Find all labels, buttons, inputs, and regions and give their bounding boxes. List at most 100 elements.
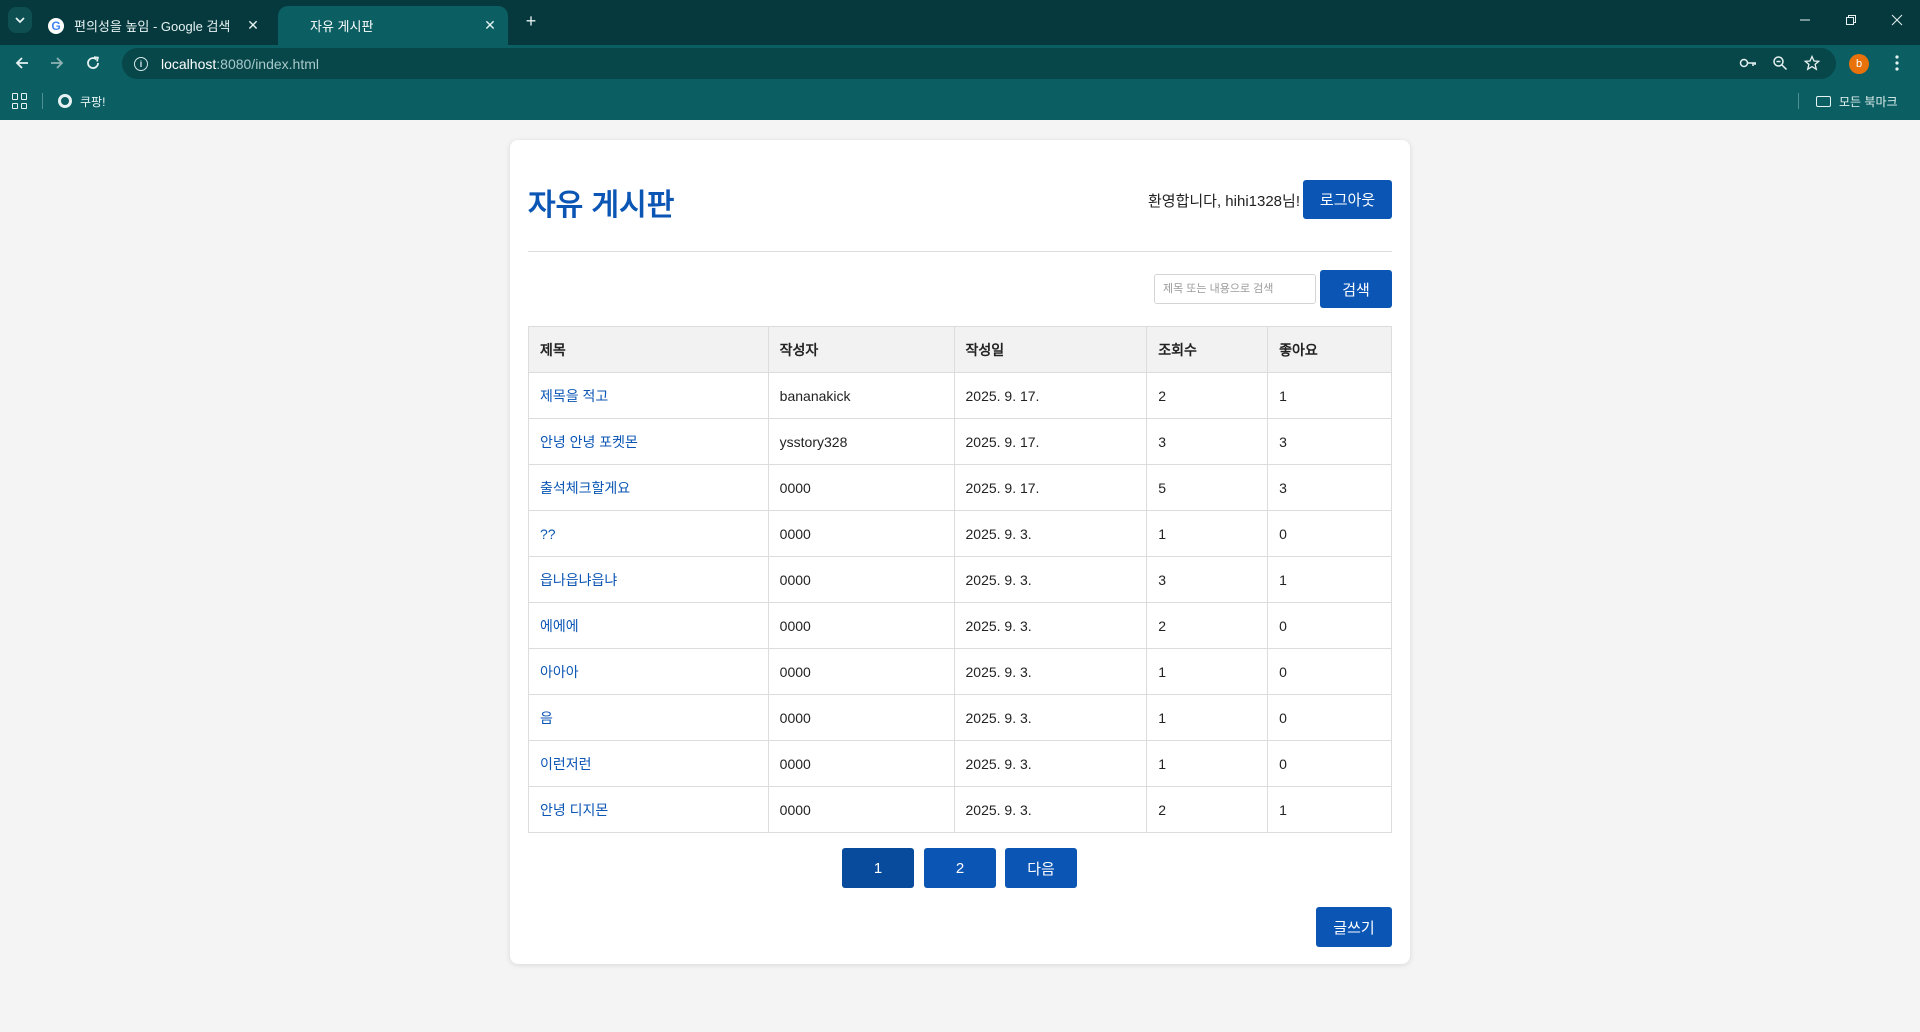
post-likes-cell: 3	[1267, 418, 1392, 465]
tab-free-board[interactable]: 자유 게시판 ✕	[278, 6, 508, 45]
post-title-link[interactable]: 안녕 안녕 포켓몬	[540, 434, 638, 450]
post-date-cell: 2025. 9. 3.	[953, 648, 1148, 695]
tab-google-search[interactable]: G 편의성을 높임 - Google 검색 ✕	[38, 6, 271, 45]
post-author-cell: 0000	[767, 464, 955, 511]
table-row: 안녕 디지몬 0000 2025. 9. 3. 2 1	[528, 786, 1392, 833]
globe-icon	[58, 94, 72, 108]
url-text: localhost:8080/index.html	[161, 55, 319, 72]
post-author-cell: 0000	[767, 740, 955, 787]
column-header-views: 조회수	[1146, 326, 1269, 373]
post-title-link[interactable]: 안녕 디지몬	[540, 802, 608, 818]
bookmarks-divider	[42, 93, 43, 109]
page-2-button[interactable]: 2	[924, 848, 996, 888]
search-input[interactable]	[1154, 274, 1316, 304]
post-likes-cell: 0	[1267, 602, 1392, 649]
address-bar[interactable]: i localhost:8080/index.html	[122, 48, 1836, 79]
password-key-icon[interactable]	[1738, 53, 1758, 73]
browser-toolbar: i localhost:8080/index.html b	[0, 45, 1920, 82]
post-views-cell: 1	[1146, 510, 1269, 557]
board-card: 자유 게시판 환영합니다, hihi1328님! 로그아웃 검색 제목 작성자 …	[510, 140, 1410, 964]
post-title-link[interactable]: 아아아	[540, 664, 579, 680]
post-date-cell: 2025. 9. 3.	[953, 740, 1148, 787]
bookmark-coupang[interactable]: 쿠팡!	[58, 91, 105, 111]
post-title-link[interactable]: 이런저런	[540, 756, 592, 772]
post-title-link-cell: 에에에	[528, 602, 769, 649]
header-divider	[528, 251, 1392, 252]
post-author-cell: 0000	[767, 694, 955, 741]
back-icon[interactable]	[9, 50, 35, 76]
post-author-cell: 0000	[767, 648, 955, 695]
post-table: 제목 작성자 작성일 조회수 좋아요 제목을 적고 bananakick 2025.…	[528, 326, 1392, 833]
post-title-link[interactable]: 에에에	[540, 618, 579, 634]
new-tab-icon[interactable]: +	[520, 10, 542, 32]
all-bookmarks[interactable]: 모든 북마크	[1816, 91, 1898, 111]
post-title-link-cell: 출석체크할게요	[528, 464, 769, 511]
post-title-link-cell: 안녕 안녕 포켓몬	[528, 418, 769, 465]
all-bookmarks-label: 모든 북마크	[1839, 94, 1898, 109]
apps-grid-icon[interactable]	[12, 93, 28, 109]
post-title-link[interactable]: ??	[540, 526, 556, 542]
table-row: 에에에 0000 2025. 9. 3. 2 0	[528, 602, 1392, 649]
post-title-link-cell: 제목을 적고	[528, 372, 769, 419]
table-row: 음 0000 2025. 9. 3. 1 0	[528, 694, 1392, 741]
post-date-cell: 2025. 9. 3.	[953, 556, 1148, 603]
table-header-row: 제목 작성자 작성일 조회수 좋아요	[528, 326, 1392, 373]
tab-search-button[interactable]	[8, 7, 32, 33]
search-button[interactable]: 검색	[1320, 270, 1392, 308]
post-date-cell: 2025. 9. 3.	[953, 694, 1148, 741]
write-post-button[interactable]: 글쓰기	[1316, 907, 1392, 947]
column-header-date: 작성일	[953, 326, 1148, 373]
table-row: 아아아 0000 2025. 9. 3. 1 0	[528, 648, 1392, 695]
tab-strip: G 편의성을 높임 - Google 검색 ✕ 자유 게시판 ✕ +	[0, 0, 1920, 45]
next-page-button[interactable]: 다음	[1005, 848, 1077, 888]
post-date-cell: 2025. 9. 3.	[953, 510, 1148, 557]
post-likes-cell: 0	[1267, 510, 1392, 557]
table-row: 제목을 적고 bananakick 2025. 9. 17. 2 1	[528, 372, 1392, 419]
post-views-cell: 1	[1146, 694, 1269, 741]
post-views-cell: 3	[1146, 418, 1269, 465]
post-views-cell: 2	[1146, 786, 1269, 833]
star-icon[interactable]	[1802, 53, 1822, 73]
post-views-cell: 2	[1146, 602, 1269, 649]
close-icon[interactable]: ✕	[480, 16, 500, 36]
post-title-link-cell: 안녕 디지몬	[528, 786, 769, 833]
column-header-author: 작성자	[767, 326, 955, 373]
google-icon: G	[48, 17, 64, 34]
column-header-likes: 좋아요	[1267, 326, 1392, 373]
post-author-cell: 0000	[767, 602, 955, 649]
post-date-cell: 2025. 9. 17.	[953, 418, 1148, 465]
logout-button[interactable]: 로그아웃	[1303, 180, 1392, 219]
close-window-icon[interactable]	[1874, 0, 1920, 40]
post-title-link[interactable]: 출석체크할게요	[540, 480, 630, 496]
more-menu-icon[interactable]	[1887, 53, 1907, 73]
post-date-cell: 2025. 9. 3.	[953, 602, 1148, 649]
post-title-link-cell: 음	[528, 694, 769, 741]
forward-icon[interactable]	[44, 50, 70, 76]
page-1-button[interactable]: 1	[842, 848, 914, 888]
folder-icon	[1816, 95, 1831, 107]
reload-icon[interactable]	[80, 50, 106, 76]
profile-avatar[interactable]: b	[1849, 54, 1869, 74]
post-likes-cell: 0	[1267, 740, 1392, 787]
chevron-down-icon	[15, 17, 25, 24]
welcome-message: 환영합니다, hihi1328님!	[1147, 193, 1300, 210]
page-title: 자유 게시판	[528, 189, 675, 222]
post-title-link-cell: 이런저런	[528, 740, 769, 787]
site-info-icon[interactable]: i	[134, 56, 148, 71]
post-title-link[interactable]: 읍나읍냐읍냐	[540, 572, 617, 588]
post-views-cell: 5	[1146, 464, 1269, 511]
restore-icon[interactable]	[1828, 0, 1874, 40]
table-row: 이런저런 0000 2025. 9. 3. 1 0	[528, 740, 1392, 787]
zoom-icon[interactable]	[1770, 53, 1790, 73]
post-author-cell: 0000	[767, 786, 955, 833]
post-title-link[interactable]: 음	[540, 710, 553, 726]
post-author-cell: bananakick	[767, 372, 955, 419]
post-views-cell: 2	[1146, 372, 1269, 419]
close-icon[interactable]: ✕	[243, 16, 263, 36]
post-title-link[interactable]: 제목을 적고	[540, 388, 608, 404]
bookmark-label: 쿠팡!	[80, 94, 106, 109]
post-views-cell: 3	[1146, 556, 1269, 603]
post-likes-cell: 1	[1267, 372, 1392, 419]
tab-label: 편의성을 높임 - Google 검색	[74, 19, 231, 34]
minimize-icon[interactable]	[1782, 0, 1828, 40]
